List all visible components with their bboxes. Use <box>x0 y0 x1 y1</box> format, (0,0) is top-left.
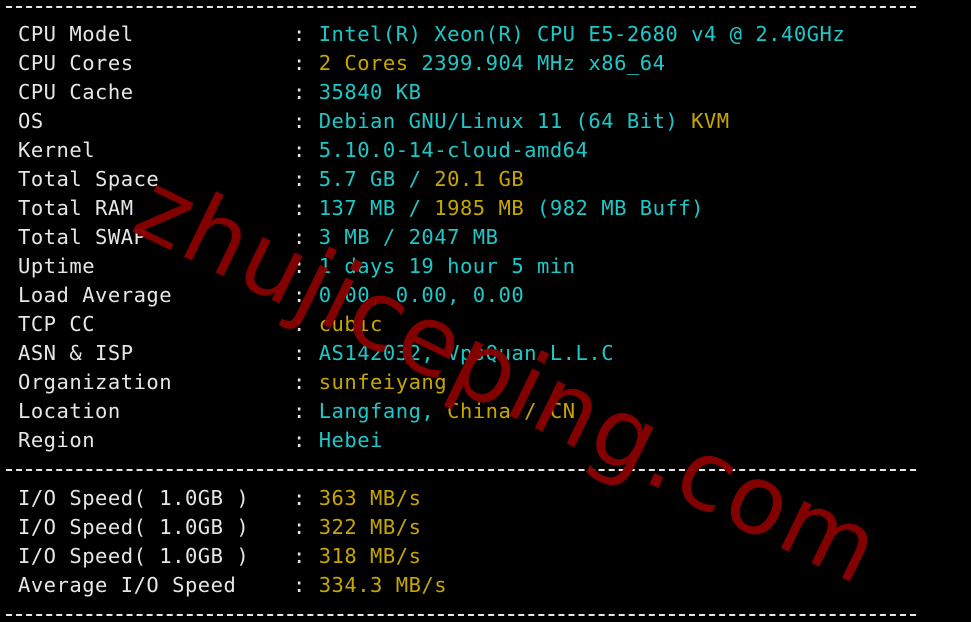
io-speed-value: 363 MB/s <box>318 486 422 510</box>
colon-separator: : <box>293 80 319 104</box>
system-info-label: OS <box>18 109 44 133</box>
io-speed-value: 322 MB/s <box>318 515 422 539</box>
system-info-label: CPU Model <box>18 22 134 46</box>
colon-separator: : <box>293 225 319 249</box>
system-info-row: Load Average: 0.00, 0.00, 0.00 <box>18 281 524 310</box>
colon-separator: : <box>293 428 319 452</box>
system-info-label: Region <box>18 428 96 452</box>
system-info-value: 5.10.0-14-cloud-amd64 <box>318 138 589 162</box>
colon-separator: : <box>293 22 319 46</box>
system-info-value: KVM <box>678 109 730 133</box>
system-info-value: 3 MB / 2047 MB <box>318 225 499 249</box>
io-speed-row: Average I/O Speed: 334.3 MB/s <box>18 571 447 600</box>
colon-separator: : <box>293 341 319 365</box>
system-info-row: Total RAM: 137 MB / 1985 MB (982 MB Buff… <box>18 194 704 223</box>
system-info-value: AS142032, VpsQuan L.L.C <box>318 341 615 365</box>
colon-separator: : <box>293 399 319 423</box>
io-speed-label: I/O Speed( 1.0GB ) <box>18 544 250 568</box>
system-info-label: Total SWAP <box>18 225 147 249</box>
system-info-value: Langfang, <box>318 399 448 423</box>
system-info-value: Hebei <box>318 428 383 452</box>
system-info-value: 35840 KB <box>318 80 422 104</box>
system-info-label: CPU Cores <box>18 51 134 75</box>
system-info-row: CPU Cores: 2 Cores 2399.904 MHz x86_64 <box>18 49 665 78</box>
system-info-row: Total SWAP: 3 MB / 2047 MB <box>18 223 498 252</box>
separator-middle <box>6 469 916 471</box>
system-info-row: CPU Model: Intel(R) Xeon(R) CPU E5-2680 … <box>18 20 845 49</box>
system-info-label: CPU Cache <box>18 80 134 104</box>
system-info-value: 20.1 GB <box>434 167 525 191</box>
system-info-value: sunfeiyang <box>318 370 448 394</box>
system-info-value: cubic <box>318 312 383 336</box>
system-info-row: ASN & ISP: AS142032, VpsQuan L.L.C <box>18 339 614 368</box>
system-info-label: Total Space <box>18 167 160 191</box>
io-speed-row: I/O Speed( 1.0GB ): 363 MB/s <box>18 484 421 513</box>
colon-separator: : <box>293 544 319 568</box>
system-info-value: China / CN <box>447 399 576 423</box>
colon-separator: : <box>293 254 319 278</box>
io-speed-row: I/O Speed( 1.0GB ): 322 MB/s <box>18 513 421 542</box>
colon-separator: : <box>293 312 319 336</box>
io-speed-label: Average I/O Speed <box>18 573 237 597</box>
io-speed-label: I/O Speed( 1.0GB ) <box>18 515 250 539</box>
system-info-value: Intel(R) Xeon(R) CPU E5-2680 v4 @ 2.40GH… <box>318 22 846 46</box>
system-info-row: Location: Langfang, China / CN <box>18 397 576 426</box>
colon-separator: : <box>293 196 319 220</box>
colon-separator: : <box>293 138 319 162</box>
system-info-value: 2 Cores <box>318 51 409 75</box>
io-speed-row: I/O Speed( 1.0GB ): 318 MB/s <box>18 542 421 571</box>
system-info-value: 137 MB / <box>318 196 435 220</box>
system-info-value: 2399.904 MHz x86_64 <box>408 51 666 75</box>
colon-separator: : <box>293 283 319 307</box>
colon-separator: : <box>293 370 319 394</box>
io-speed-label: I/O Speed( 1.0GB ) <box>18 486 250 510</box>
system-info-label: TCP CC <box>18 312 96 336</box>
separator-bottom <box>6 614 916 616</box>
colon-separator: : <box>293 167 319 191</box>
system-info-row: CPU Cache: 35840 KB <box>18 78 421 107</box>
system-info-value: 5.7 GB / <box>318 167 435 191</box>
colon-separator: : <box>293 51 319 75</box>
system-info-value: 1985 MB <box>434 196 525 220</box>
system-info-value: (982 MB Buff) <box>524 196 704 220</box>
terminal-window: CPU Model: Intel(R) Xeon(R) CPU E5-2680 … <box>0 0 971 622</box>
system-info-label: Organization <box>18 370 173 394</box>
colon-separator: : <box>293 573 319 597</box>
system-info-row: TCP CC: cubic <box>18 310 383 339</box>
system-info-label: Kernel <box>18 138 96 162</box>
system-info-label: Total RAM <box>18 196 134 220</box>
system-info-value: Debian GNU/Linux 11 (64 Bit) <box>318 109 679 133</box>
colon-separator: : <box>293 515 319 539</box>
separator-top <box>6 6 916 8</box>
system-info-row: Uptime: 1 days 19 hour 5 min <box>18 252 576 281</box>
io-speed-value: 318 MB/s <box>318 544 422 568</box>
system-info-label: Load Average <box>18 283 173 307</box>
system-info-label: Uptime <box>18 254 96 278</box>
system-info-label: Location <box>18 399 121 423</box>
system-info-value: 0.00, 0.00, 0.00 <box>318 283 525 307</box>
system-info-row: Kernel: 5.10.0-14-cloud-amd64 <box>18 136 588 165</box>
system-info-row: Total Space: 5.7 GB / 20.1 GB <box>18 165 524 194</box>
io-speed-value: 334.3 MB/s <box>318 573 448 597</box>
system-info-label: ASN & ISP <box>18 341 134 365</box>
system-info-row: OS: Debian GNU/Linux 11 (64 Bit) KVM <box>18 107 730 136</box>
system-info-row: Organization: sunfeiyang <box>18 368 447 397</box>
system-info-value: 1 days 19 hour 5 min <box>318 254 576 278</box>
colon-separator: : <box>293 486 319 510</box>
colon-separator: : <box>293 109 319 133</box>
system-info-row: Region: Hebei <box>18 426 383 455</box>
